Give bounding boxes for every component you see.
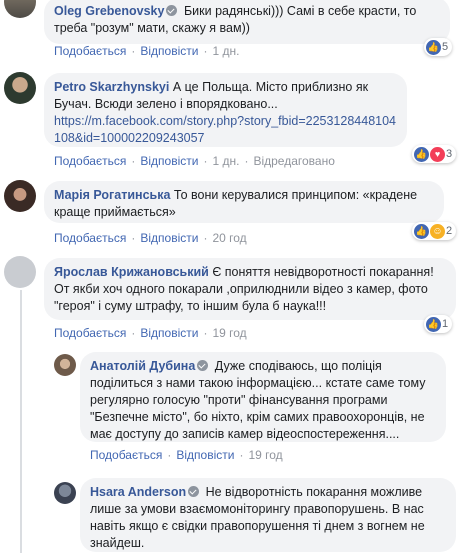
reactions-count: 2 [446,225,453,237]
comment-bubble: Oleg Grebenovsky Бики радянські))) Самі … [44,0,450,44]
timestamp[interactable]: 19 год [212,326,246,340]
like-reaction-icon: 👍 [414,223,429,239]
comment-actions: Подобається · Відповісти · 1 дн. · Відредагова… [54,154,335,168]
comment-author[interactable]: Марія Рогатинська [54,188,170,202]
like-reaction-icon: 👍 [414,146,429,162]
timestamp[interactable]: 19 год [248,448,282,462]
reply-bubble: Анатолій Дубина Дуже сподіваюсь, що полі… [80,352,446,442]
comment-author[interactable]: Petro Skarzhynskyi [54,80,169,94]
reactions-summary[interactable]: 👍 1 [424,315,453,333]
reply-link[interactable]: Відповісти [140,44,198,58]
like-reaction-icon: 👍 [426,39,441,55]
reply-link[interactable]: Відповісти [140,326,198,340]
comment-author[interactable]: Ярослав Крижановський [54,265,209,279]
haha-reaction-icon: ☺ [430,223,445,239]
comment-actions: Подобається · Відповісти · 19 год [90,448,283,462]
comment-bubble: Petro Skarzhynskyi А це Польща. Місто пр… [44,73,407,147]
timestamp[interactable]: 20 год [212,231,246,245]
reply-bubble: Hsara Anderson Не відворотність покаранн… [80,478,456,552]
avatar[interactable] [4,180,36,212]
avatar[interactable] [54,354,76,376]
reactions-count: 3 [446,148,453,160]
like-link[interactable]: Подобається [54,231,126,245]
reactions-summary[interactable]: 👍 ☺ 2 [412,222,457,240]
comment-bubble: Ярослав Крижановський Є поняття невідвор… [44,258,456,320]
reactions-count: 5 [442,41,449,53]
like-link[interactable]: Подобається [90,448,162,462]
comment-bubble: Марія Рогатинська То вони керувалися при… [44,181,444,223]
comment-author[interactable]: Hsara Anderson [90,485,186,499]
like-link[interactable]: Подобається [54,154,126,168]
reactions-summary[interactable]: 👍 ♥ 3 [412,145,457,163]
reply-link[interactable]: Відповісти [140,231,198,245]
comment-actions: Подобається · Відповісти · 20 год [54,231,247,245]
story-link[interactable]: https://m.facebook.com/story.php?story_f… [54,114,396,145]
comment-author[interactable]: Анатолій Дубина [90,359,195,373]
timestamp[interactable]: 1 дн. [212,154,239,168]
edited-label[interactable]: Відредаговано [253,154,334,168]
reactions-summary[interactable]: 👍 5 [424,38,453,56]
avatar[interactable] [54,482,76,504]
reply-link[interactable]: Відповісти [140,154,198,168]
top-fan-badge-icon [166,5,178,16]
avatar[interactable] [4,0,36,18]
comment-actions: Подобається · Відповісти · 1 дн. [54,44,240,58]
reply-thread-line [20,290,22,553]
timestamp[interactable]: 1 дн. [212,44,239,58]
avatar[interactable] [4,256,36,288]
like-reaction-icon: 👍 [426,316,441,332]
top-fan-badge-icon [197,360,209,371]
love-reaction-icon: ♥ [430,146,445,162]
reactions-count: 1 [442,318,449,330]
like-link[interactable]: Подобається [54,326,126,340]
reply-link[interactable]: Відповісти [176,448,234,462]
top-fan-badge-icon [188,486,200,497]
comment-actions: Подобається · Відповісти · 19 год [54,326,247,340]
avatar[interactable] [4,72,36,104]
comment-author[interactable]: Oleg Grebenovsky [54,4,164,18]
like-link[interactable]: Подобається [54,44,126,58]
